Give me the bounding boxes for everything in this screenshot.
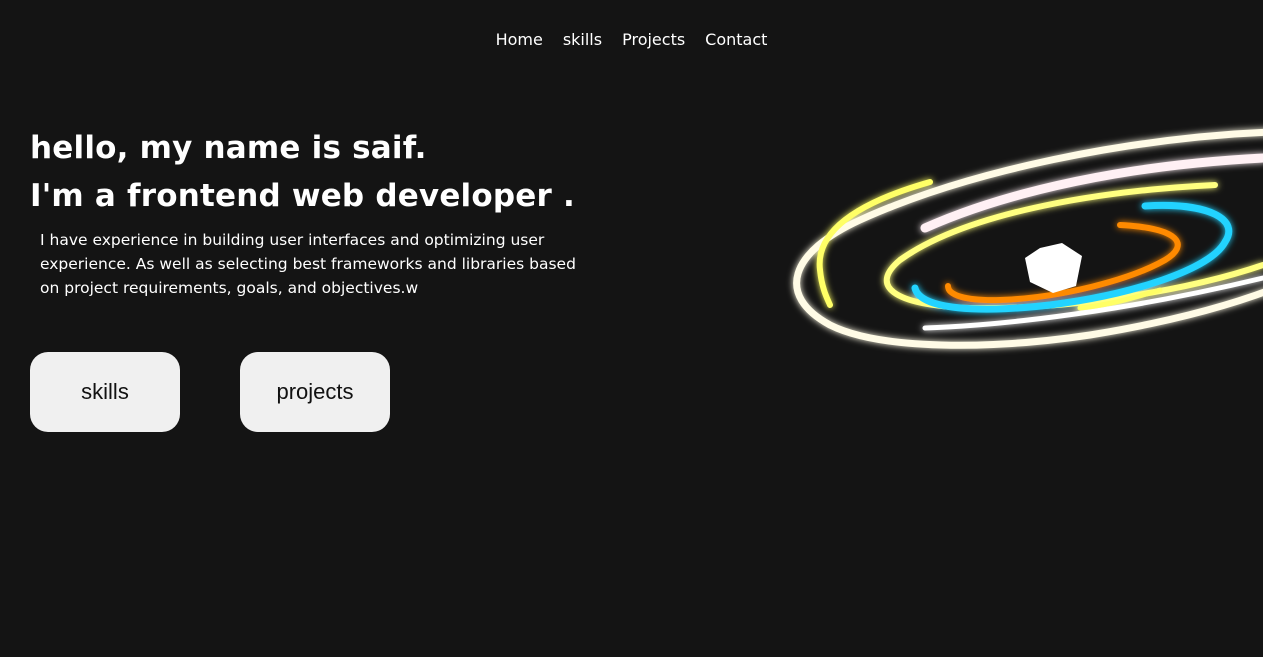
hero-greeting: hello, my name is saif. bbox=[30, 130, 427, 166]
hexagon-icon bbox=[1025, 243, 1082, 293]
nav-skills-link[interactable]: skills bbox=[563, 30, 602, 49]
hero-section: hello, my name is saif. I'm a frontend w… bbox=[30, 124, 630, 300]
glowing-rings-graphic bbox=[793, 128, 1263, 349]
page: Home skills Projects Contact hello, my n… bbox=[0, 0, 1263, 657]
nav-projects-link[interactable]: Projects bbox=[622, 30, 685, 49]
hero-description: I have experience in building user inter… bbox=[40, 231, 576, 297]
hero-role: I'm a frontend web developer . bbox=[30, 178, 575, 214]
top-nav: Home skills Projects Contact bbox=[0, 30, 1263, 49]
skills-button[interactable]: skills bbox=[30, 352, 180, 432]
nav-contact-link[interactable]: Contact bbox=[705, 30, 767, 49]
projects-button[interactable]: projects bbox=[240, 352, 390, 432]
white-ring-arc bbox=[920, 153, 1263, 233]
nav-home-link[interactable]: Home bbox=[496, 30, 543, 49]
